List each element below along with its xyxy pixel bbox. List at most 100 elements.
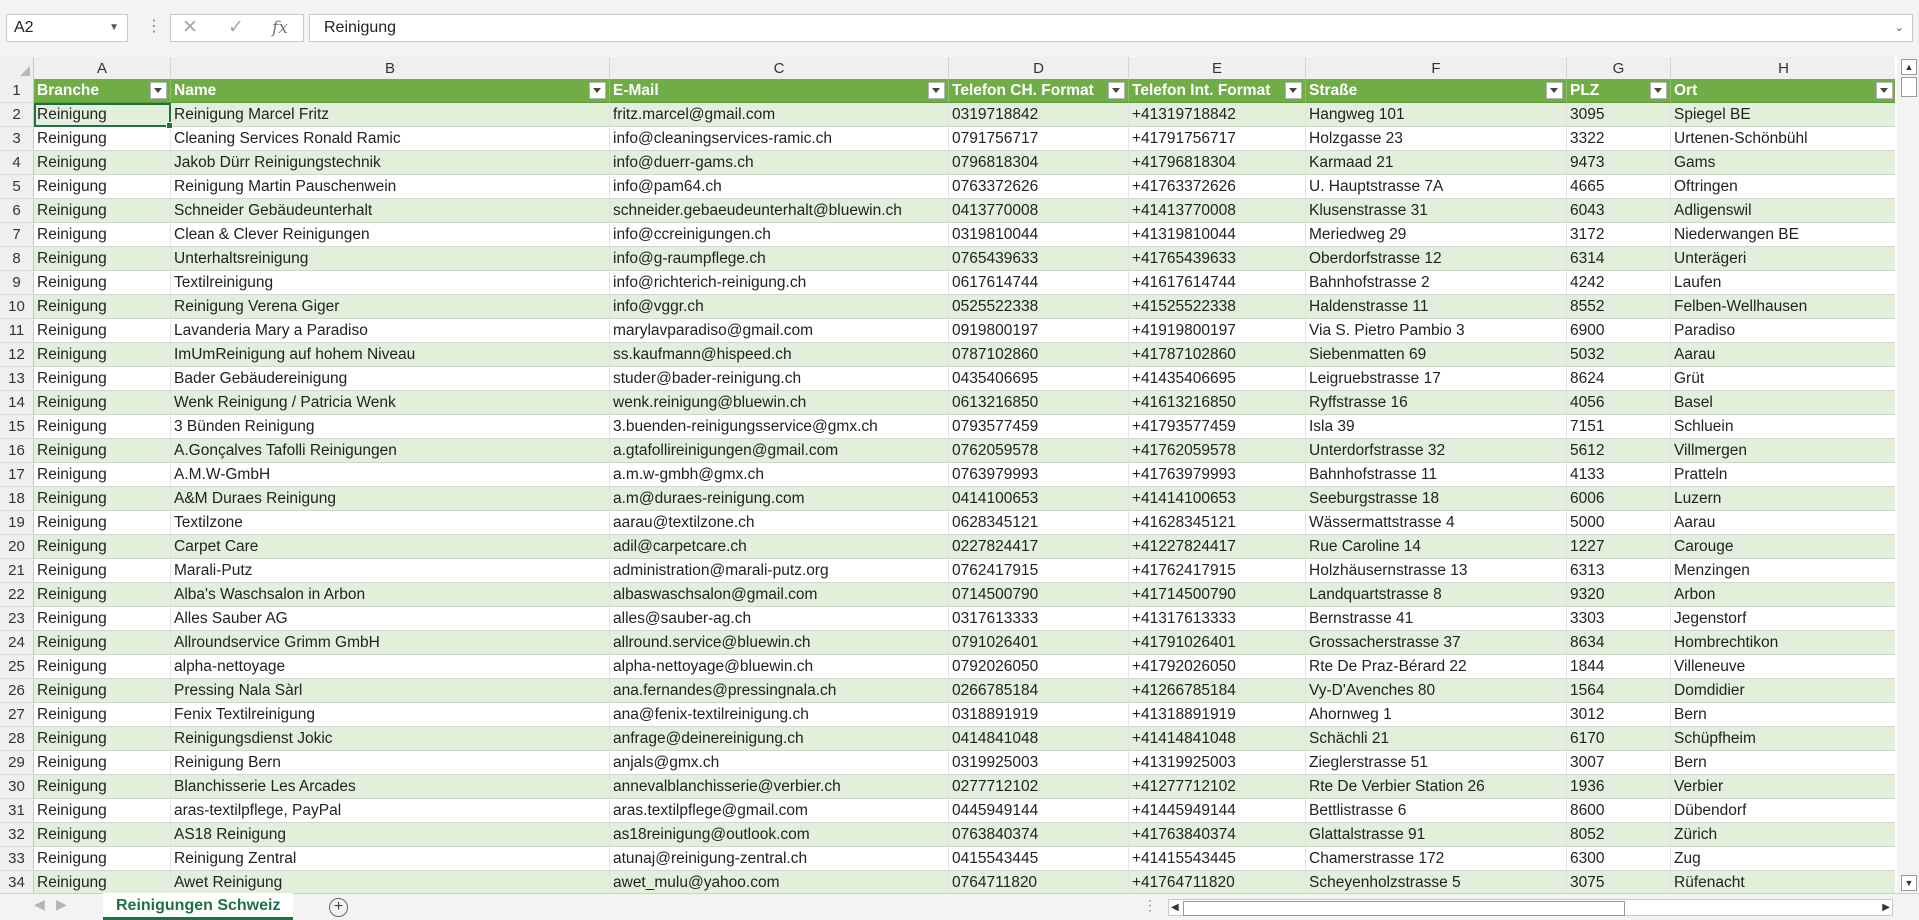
cell-c[interactable]: info@richterich-reinigung.ch — [610, 271, 949, 295]
cell-b[interactable]: Carpet Care — [171, 535, 610, 559]
cell-d[interactable]: 0319810044 — [949, 223, 1129, 247]
cell-a[interactable]: Reinigung — [34, 127, 171, 151]
cell-g[interactable]: 3172 — [1567, 223, 1671, 247]
cell-f[interactable]: Karmaad 21 — [1306, 151, 1567, 175]
cell-c[interactable]: 3.buenden-reinigungsservice@gmx.ch — [610, 415, 949, 439]
cell-e[interactable]: +41266785184 — [1129, 679, 1306, 703]
cell-h[interactable]: Hombrechtikon — [1671, 631, 1895, 655]
cell-c[interactable]: aarau@textilzone.ch — [610, 511, 949, 535]
cell-c[interactable]: a.m@duraes-reinigung.com — [610, 487, 949, 511]
cell-d[interactable]: 0413770008 — [949, 199, 1129, 223]
row-header[interactable]: 23 — [0, 607, 34, 631]
cell-h[interactable]: Niederwangen BE — [1671, 223, 1895, 247]
cell-b[interactable]: Blanchisserie Les Arcades — [171, 775, 610, 799]
cell-g[interactable]: 4242 — [1567, 271, 1671, 295]
cell-d[interactable]: 0763979993 — [949, 463, 1129, 487]
cell-c[interactable]: info@cleaningservices-ramic.ch — [610, 127, 949, 151]
cell-e[interactable]: +41319925003 — [1129, 751, 1306, 775]
cell-g[interactable]: 1564 — [1567, 679, 1671, 703]
cell-h[interactable]: Zürich — [1671, 823, 1895, 847]
row-header[interactable]: 10 — [0, 295, 34, 319]
column-header-c[interactable]: C — [610, 57, 949, 79]
scroll-left-icon[interactable]: ◀ — [1171, 900, 1179, 915]
row-header[interactable]: 9 — [0, 271, 34, 295]
cell-d[interactable]: 0415543445 — [949, 847, 1129, 871]
cell-f[interactable]: Unterdorfstrasse 32 — [1306, 439, 1567, 463]
cell-c[interactable]: albaswaschsalon@gmail.com — [610, 583, 949, 607]
cell-a[interactable]: Reinigung — [34, 535, 171, 559]
cell-a[interactable]: Reinigung — [34, 487, 171, 511]
cell-e[interactable]: +41319810044 — [1129, 223, 1306, 247]
cell-d[interactable]: 0796818304 — [949, 151, 1129, 175]
cell-h[interactable]: Villeneuve — [1671, 655, 1895, 679]
cell-g[interactable]: 4133 — [1567, 463, 1671, 487]
cell-h[interactable]: Gams — [1671, 151, 1895, 175]
cell-a[interactable]: Reinigung — [34, 247, 171, 271]
cell-a[interactable]: Reinigung — [34, 655, 171, 679]
cell-e[interactable]: +41919800197 — [1129, 319, 1306, 343]
cell-e[interactable]: +41763840374 — [1129, 823, 1306, 847]
cell-g[interactable]: 6314 — [1567, 247, 1671, 271]
cell-h[interactable]: Arbon — [1671, 583, 1895, 607]
row-header[interactable]: 11 — [0, 319, 34, 343]
cell-c[interactable]: administration@marali-putz.org — [610, 559, 949, 583]
cell-e[interactable]: +41628345121 — [1129, 511, 1306, 535]
row-header[interactable]: 20 — [0, 535, 34, 559]
cell-a[interactable]: Reinigung — [34, 727, 171, 751]
cell-c[interactable]: studer@bader-reinigung.ch — [610, 367, 949, 391]
cell-c[interactable]: ana.fernandes@pressingnala.ch — [610, 679, 949, 703]
cell-g[interactable]: 7151 — [1567, 415, 1671, 439]
cell-d[interactable]: 0714500790 — [949, 583, 1129, 607]
cell-g[interactable]: 8600 — [1567, 799, 1671, 823]
cell-b[interactable]: Cleaning Services Ronald Ramic — [171, 127, 610, 151]
cell-f[interactable]: Glattalstrasse 91 — [1306, 823, 1567, 847]
cell-e[interactable]: +41413770008 — [1129, 199, 1306, 223]
prev-sheet-icon[interactable]: ◀ — [34, 896, 45, 913]
cell-b[interactable]: Clean & Clever Reinigungen — [171, 223, 610, 247]
cell-g[interactable]: 8624 — [1567, 367, 1671, 391]
cell-e[interactable]: +41787102860 — [1129, 343, 1306, 367]
cell-d[interactable]: 0791756717 — [949, 127, 1129, 151]
scroll-right-icon[interactable]: ▶ — [1882, 900, 1890, 915]
cell-d[interactable]: 0445949144 — [949, 799, 1129, 823]
cell-c[interactable]: a.gtafollireinigungen@gmail.com — [610, 439, 949, 463]
column-header-f[interactable]: F — [1306, 57, 1567, 79]
row-header[interactable]: 22 — [0, 583, 34, 607]
cell-f[interactable]: Vy-D'Avenches 80 — [1306, 679, 1567, 703]
cell-c[interactable]: info@ccreinigungen.ch — [610, 223, 949, 247]
cell-a[interactable]: Reinigung — [34, 439, 171, 463]
cell-e[interactable]: +41764711820 — [1129, 871, 1306, 893]
cell-e[interactable]: +41617614744 — [1129, 271, 1306, 295]
cell-e[interactable]: +41525522338 — [1129, 295, 1306, 319]
cell-a[interactable]: Reinigung — [34, 271, 171, 295]
cell-h[interactable]: Domdidier — [1671, 679, 1895, 703]
cell-f[interactable]: Schächli 21 — [1306, 727, 1567, 751]
cell-a[interactable]: Reinigung — [34, 823, 171, 847]
cell-f[interactable]: Siebenmatten 69 — [1306, 343, 1567, 367]
vertical-scroll-thumb[interactable] — [1901, 77, 1917, 97]
cell-h[interactable]: Urtenen-Schönbühl — [1671, 127, 1895, 151]
cell-f[interactable]: Zieglerstrasse 51 — [1306, 751, 1567, 775]
cell-f[interactable]: Bettlistrasse 6 — [1306, 799, 1567, 823]
cell-f[interactable]: Via S. Pietro Pambio 3 — [1306, 319, 1567, 343]
cell-f[interactable]: Haldenstrasse 11 — [1306, 295, 1567, 319]
cell-d[interactable]: 0792026050 — [949, 655, 1129, 679]
cell-c[interactable]: info@pam64.ch — [610, 175, 949, 199]
header-cell-c[interactable]: E-Mail — [610, 79, 949, 103]
cell-g[interactable]: 8634 — [1567, 631, 1671, 655]
cell-g[interactable]: 1936 — [1567, 775, 1671, 799]
cell-g[interactable]: 5000 — [1567, 511, 1671, 535]
cell-f[interactable]: Ahornweg 1 — [1306, 703, 1567, 727]
cell-d[interactable]: 0919800197 — [949, 319, 1129, 343]
cell-c[interactable]: schneider.gebaeudeunterhalt@bluewin.ch — [610, 199, 949, 223]
cell-a[interactable]: Reinigung — [34, 847, 171, 871]
cell-a[interactable]: Reinigung — [34, 391, 171, 415]
cell-f[interactable]: Bahnhofstrasse 11 — [1306, 463, 1567, 487]
cell-h[interactable]: Carouge — [1671, 535, 1895, 559]
next-sheet-icon[interactable]: ▶ — [56, 896, 67, 913]
cell-d[interactable]: 0266785184 — [949, 679, 1129, 703]
row-header[interactable]: 6 — [0, 199, 34, 223]
cell-f[interactable]: Rte De Verbier Station 26 — [1306, 775, 1567, 799]
cell-d[interactable]: 0765439633 — [949, 247, 1129, 271]
cell-g[interactable]: 6043 — [1567, 199, 1671, 223]
